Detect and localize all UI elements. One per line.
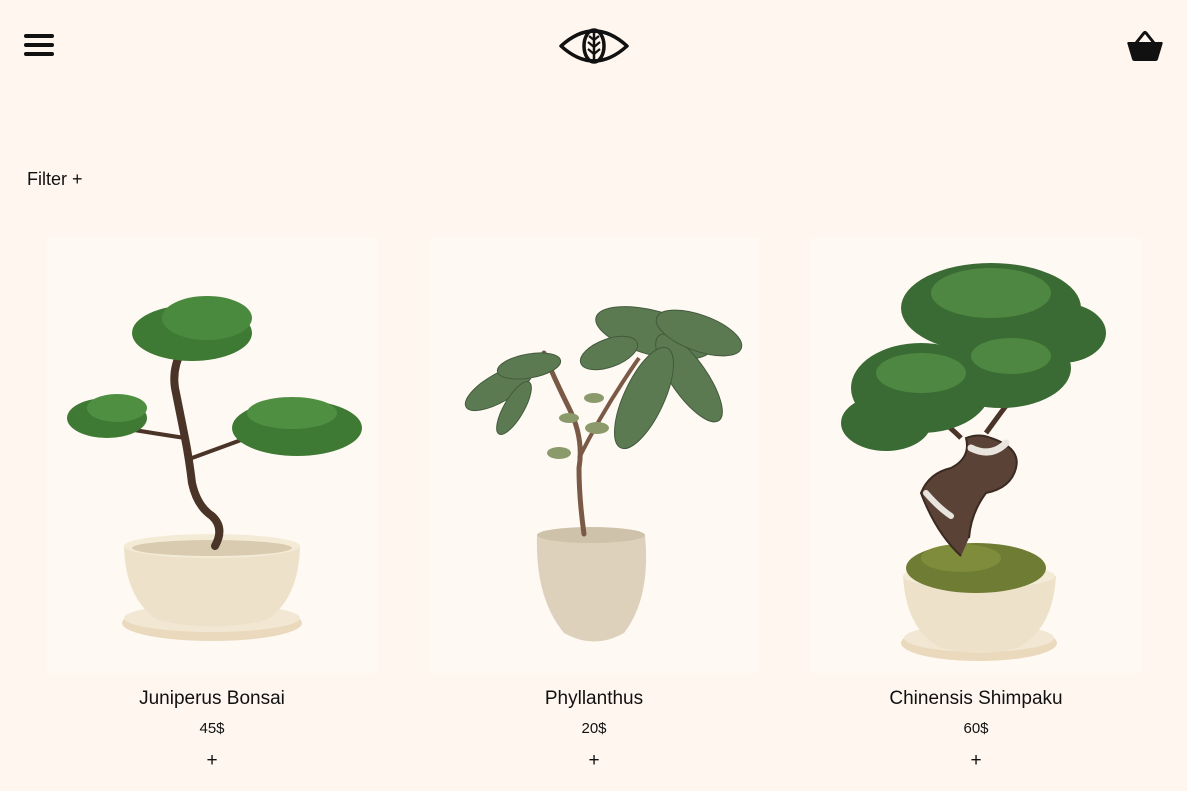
product-card[interactable]: Chinensis Shimpaku 60$ + (811, 238, 1141, 791)
filter-toggle[interactable]: Filter + (27, 169, 83, 190)
hamburger-menu-icon[interactable] (24, 33, 54, 59)
product-grid: Juniperus Bonsai 45$ + Phyllanthus 20$ +… (0, 238, 1187, 791)
phyllanthus-image (464, 306, 743, 642)
add-to-cart-button[interactable]: + (963, 750, 989, 772)
product-image[interactable] (429, 238, 759, 673)
product-price: 20$ (581, 720, 607, 737)
eye-leaf-logo[interactable] (559, 22, 629, 70)
product-name[interactable]: Phyllanthus (429, 688, 759, 710)
juniper-bonsai-image (67, 296, 362, 641)
product-card[interactable]: Juniperus Bonsai 45$ + (47, 238, 377, 791)
product-name[interactable]: Chinensis Shimpaku (811, 688, 1141, 710)
product-price: 45$ (199, 720, 225, 737)
add-to-cart-button[interactable]: + (581, 750, 607, 772)
product-price: 60$ (963, 720, 989, 737)
add-to-cart-button[interactable]: + (199, 750, 225, 772)
product-image[interactable] (811, 238, 1141, 673)
site-header (0, 0, 1187, 92)
product-image[interactable] (47, 238, 377, 673)
basket-icon[interactable] (1126, 30, 1164, 62)
shimpaku-bonsai-image (841, 263, 1106, 661)
product-name[interactable]: Juniperus Bonsai (47, 688, 377, 710)
product-card[interactable]: Phyllanthus 20$ + (429, 238, 759, 791)
